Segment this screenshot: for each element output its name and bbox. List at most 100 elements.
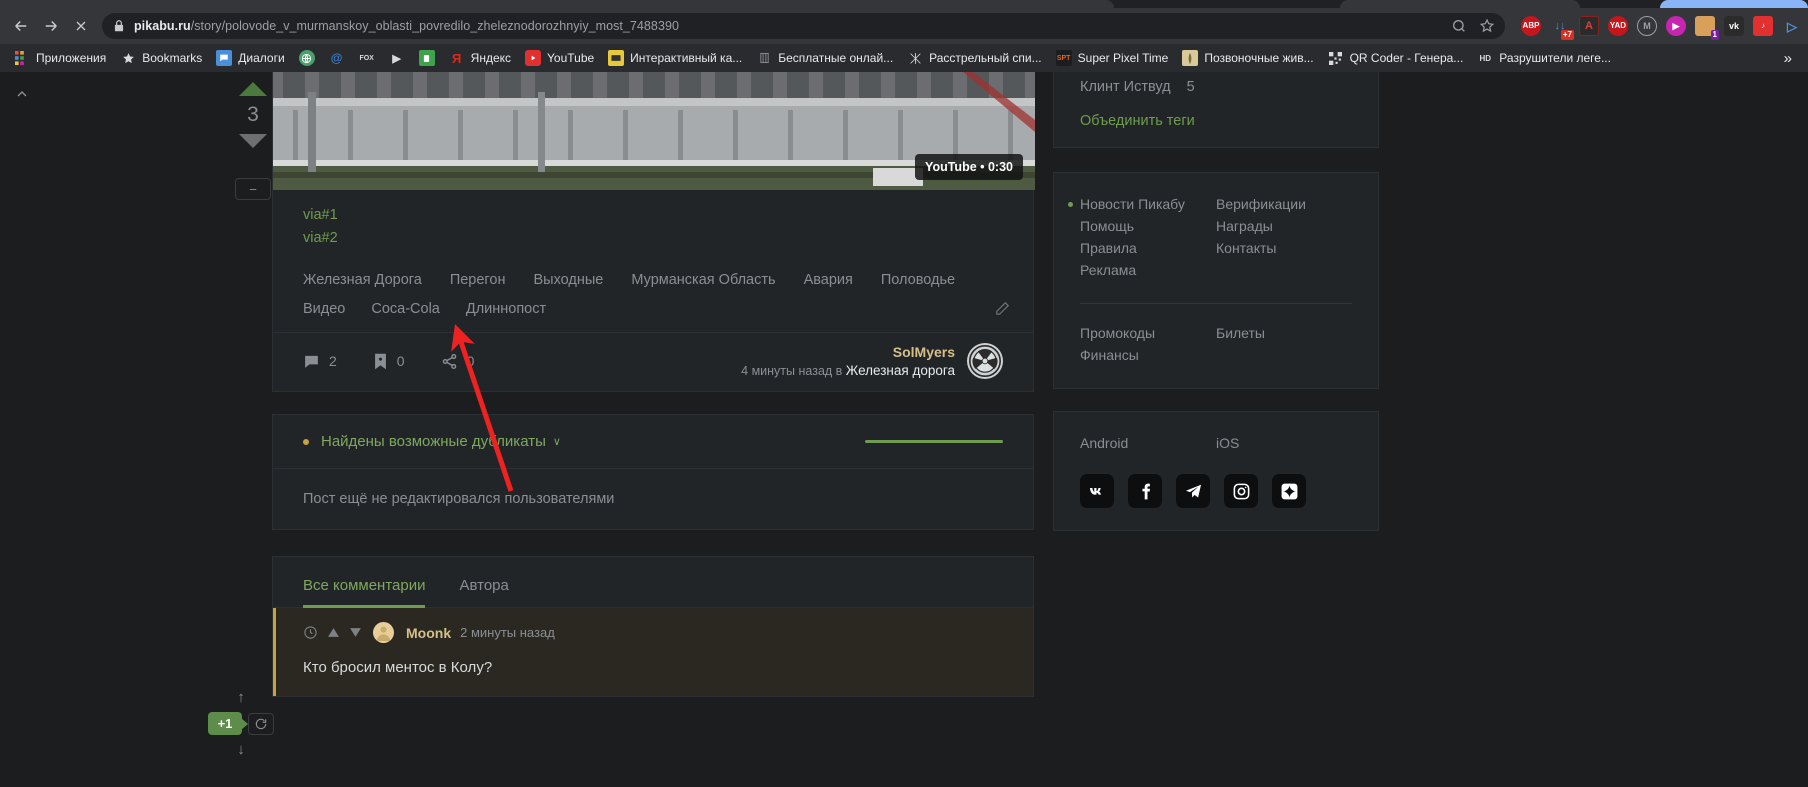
bookmark-razrusiteli[interactable]: HD Разрушители леге... [1471, 47, 1617, 69]
tag-item[interactable]: Длиннопост [466, 295, 546, 324]
zoom-search-icon[interactable] [1451, 18, 1467, 34]
comments-stat[interactable]: 2 [303, 353, 337, 370]
refresh-icon[interactable] [248, 712, 275, 735]
chevron-down-icon[interactable]: ∨ [553, 435, 561, 448]
merge-tags-link[interactable]: Объединить теги [1080, 113, 1352, 129]
divider [1080, 303, 1352, 304]
character-extension[interactable]: 1 [1695, 16, 1719, 40]
music-extension[interactable]: ♪ [1753, 16, 1773, 36]
tab-active[interactable] [0, 0, 1114, 8]
vote-up-arrow-icon[interactable]: ↑ [237, 689, 245, 706]
bookmark-youtube[interactable]: YouTube [519, 47, 600, 69]
post-time: 4 минуты назад в [741, 364, 843, 378]
bookmark-green-app[interactable] [413, 47, 441, 69]
post-author[interactable]: SolMyers 4 минуты назад в Железная дорог… [741, 343, 1003, 379]
bookmarks-overflow-button[interactable]: » [1776, 50, 1800, 67]
tag-item[interactable]: Перегон [450, 266, 506, 295]
telegram-icon[interactable] [1176, 474, 1210, 508]
bookmark-bookmarks[interactable]: Bookmarks [114, 47, 208, 69]
suggested-tag-row[interactable]: Клинт Иствуд 5 [1080, 79, 1352, 95]
adblock-plus-extension[interactable]: ABP [1521, 16, 1541, 36]
bookmark-play[interactable]: ▶ [383, 47, 411, 69]
tag-item[interactable]: Выходные [533, 266, 603, 295]
link-verification[interactable]: Верификации [1216, 193, 1306, 215]
via-link-1[interactable]: via#1 [303, 204, 1003, 227]
link-contacts[interactable]: Контакты [1216, 237, 1306, 259]
comment-username[interactable]: Moonk [406, 625, 451, 641]
bookmark-globe[interactable] [293, 47, 321, 69]
tab-other[interactable] [1340, 0, 1580, 8]
video-thumbnail[interactable]: YouTube • 0:30 [273, 72, 1035, 190]
bookmark-label: Расстрельный спи... [929, 51, 1042, 65]
video-downloader-extension[interactable]: ▶ [1666, 16, 1686, 36]
post-community[interactable]: Железная дорога [846, 363, 955, 378]
tag-item[interactable]: Железная Дорога [303, 266, 422, 295]
link-android[interactable]: Android [1080, 432, 1216, 454]
bookmark-super-pixel-time[interactable]: SPT Super Pixel Time [1050, 47, 1175, 69]
tag-item[interactable]: Половодье [881, 266, 955, 295]
minus-button[interactable]: − [235, 178, 271, 200]
vk-icon[interactable] [1080, 474, 1114, 508]
downloader-extension[interactable]: ↓↓ +7 [1550, 16, 1574, 40]
bookmark-label: Диалоги [238, 51, 285, 65]
bookmark-label: Позвоночные жив... [1204, 51, 1314, 65]
star-icon[interactable] [1479, 18, 1495, 34]
link-tickets[interactable]: Билеты [1216, 322, 1265, 344]
facebook-icon[interactable] [1128, 474, 1162, 508]
link-help[interactable]: Помощь [1080, 215, 1216, 237]
author-name[interactable]: SolMyers [741, 344, 955, 360]
instagram-icon[interactable] [1224, 474, 1258, 508]
adobe-acrobat-extension[interactable]: A [1579, 16, 1599, 36]
share-stat[interactable]: 0 [441, 353, 474, 370]
link-awards[interactable]: Награды [1216, 215, 1306, 237]
link-rules[interactable]: Правила [1080, 237, 1216, 259]
downvote-triangle-icon[interactable] [239, 134, 267, 148]
avatar[interactable] [373, 622, 394, 643]
tag-item[interactable]: Авария [804, 266, 853, 295]
bookmark-free-online[interactable]: Бесплатные онлай... [750, 47, 899, 69]
social-links [1080, 474, 1352, 508]
tab-selected-light[interactable] [1660, 0, 1808, 8]
downvote-triangle-icon[interactable] [349, 626, 362, 639]
bookmark-pozvonochnye[interactable]: Позвоночные жив... [1176, 47, 1319, 69]
bookmark-rasstrelnyi[interactable]: Расстрельный спи... [901, 47, 1047, 69]
link-finance[interactable]: Финансы [1080, 344, 1216, 366]
collapse-chevron-icon[interactable] [14, 86, 30, 105]
tag-item[interactable]: Мурманская Область [631, 266, 775, 295]
yandex-extension[interactable]: YAD [1608, 16, 1628, 36]
via-link-2[interactable]: via#2 [303, 227, 1003, 250]
bookmark-yandex[interactable]: Я Яндекс [443, 47, 517, 69]
tag-item-coca-cola[interactable]: Coca-Cola [371, 295, 440, 324]
bookmark-fox[interactable]: FOX [353, 47, 381, 69]
vk-extension[interactable]: vk [1724, 16, 1744, 36]
clock-icon[interactable] [303, 625, 318, 640]
save-stat[interactable]: 0 [373, 353, 405, 370]
radiation-avatar-icon[interactable] [967, 343, 1003, 379]
link-ios[interactable]: iOS [1216, 432, 1352, 454]
forward-arrow-icon[interactable] [36, 11, 66, 41]
link-ads[interactable]: Реклама [1080, 259, 1216, 281]
upvote-triangle-icon[interactable] [239, 82, 267, 96]
tab-all-comments[interactable]: Все комментарии [303, 577, 426, 608]
pikabu-star-icon[interactable] [1272, 474, 1306, 508]
link-promocodes[interactable]: Промокоды [1080, 322, 1216, 344]
bookmark-qr-coder[interactable]: QR Coder - Генера... [1322, 47, 1470, 69]
bookmark-interactive-map[interactable]: Интерактивный ка... [602, 47, 748, 69]
bookmark-at[interactable]: @ [323, 47, 351, 69]
bookmark-dialogi[interactable]: Диалоги [210, 47, 290, 69]
link-news[interactable]: Новости Пикабу [1068, 193, 1216, 215]
browser-profile-extension[interactable]: ▷ [1782, 16, 1802, 36]
tag-item[interactable]: Видео [303, 295, 345, 324]
green-app-icon [418, 50, 435, 66]
stop-loading-icon[interactable] [66, 11, 96, 41]
tab-author-comments[interactable]: Автора [459, 577, 508, 607]
pencil-edit-icon[interactable] [994, 300, 1011, 322]
upvote-triangle-icon[interactable] [327, 626, 340, 639]
address-bar[interactable]: pikabu.ru/story/polovode_v_murmanskoy_ob… [102, 13, 1505, 39]
duplicates-header[interactable]: Найдены возможные дубликаты ∨ [273, 415, 1033, 468]
mute-tab-extension[interactable]: M [1637, 16, 1657, 36]
vote-down-arrow-icon[interactable]: ↓ [237, 741, 245, 758]
bookmark-apps[interactable]: Приложения [8, 47, 112, 69]
back-arrow-icon[interactable] [6, 11, 36, 41]
bookmarks-bar: Приложения Bookmarks Диалоги @ FOX ▶ Я Я… [0, 44, 1808, 72]
